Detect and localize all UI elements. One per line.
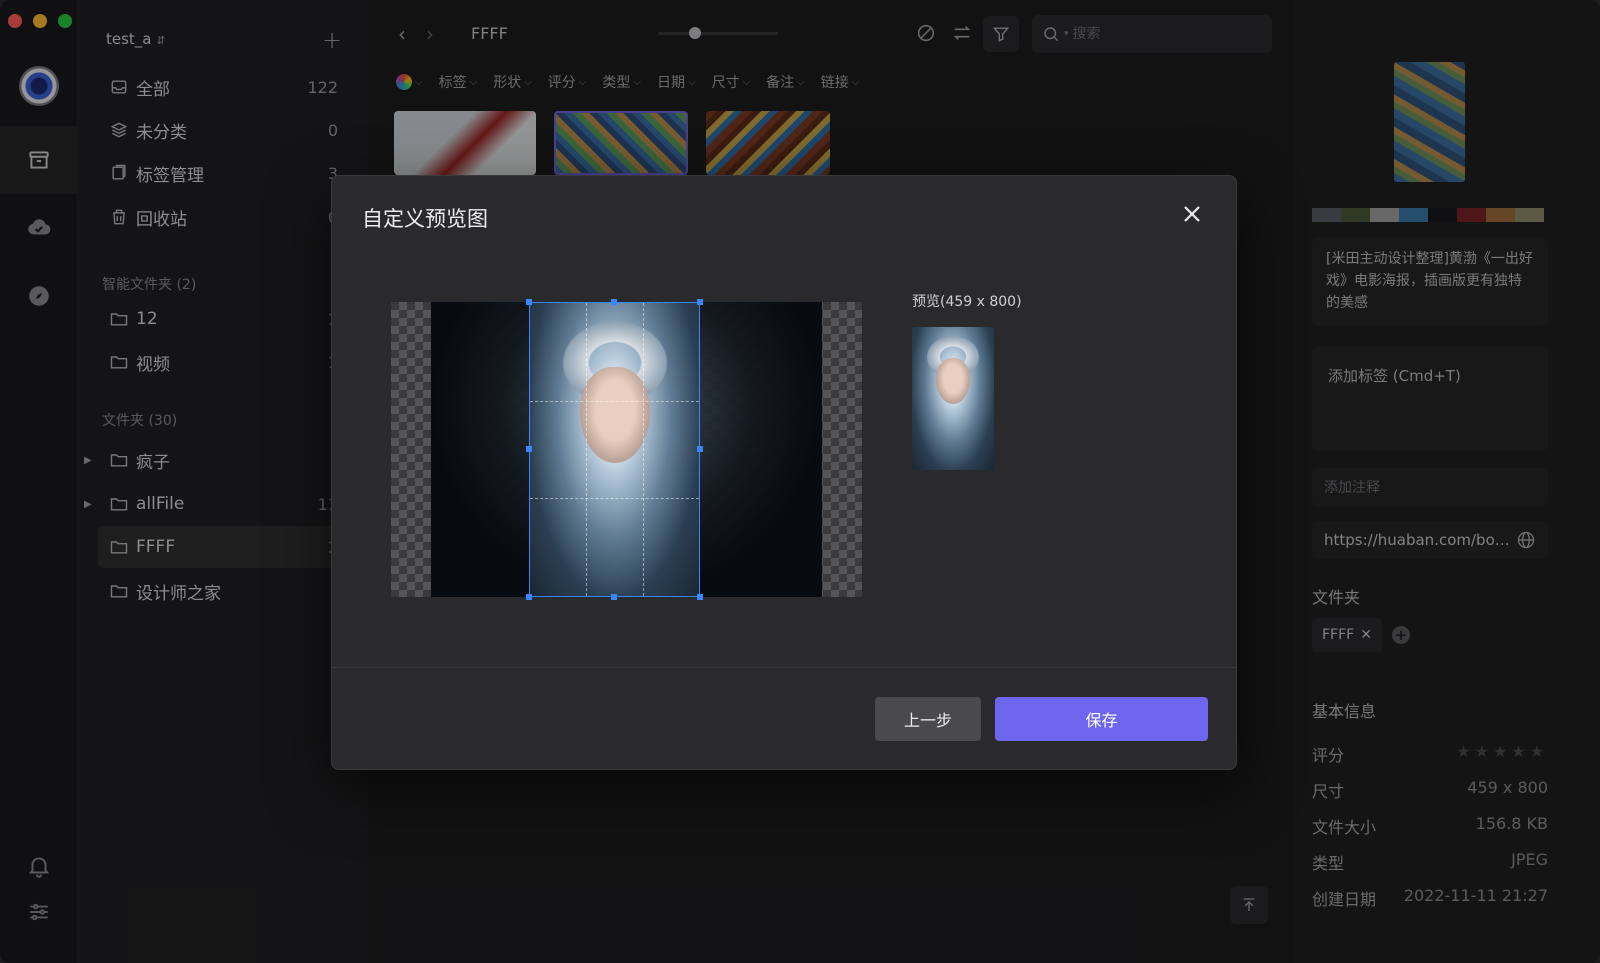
image-subject-face (936, 358, 970, 405)
crop-handle-top-right[interactable] (697, 299, 703, 305)
crop-handle-top-left[interactable] (526, 299, 532, 305)
crop-handle-bottom[interactable] (611, 594, 617, 600)
crop-handle-top[interactable] (611, 299, 617, 305)
dialog-title: 自定义预览图 (362, 207, 488, 231)
app-window: test_a ⇵ + 全部 122 未分类 0 标签管理 3 回收站 0 智能文… (0, 0, 1600, 963)
crop-shade-right (700, 302, 822, 597)
crop-grid-line (642, 303, 644, 596)
custom-preview-dialog: 自定义预览图 预览(459 x 800) 上一步 保存 (331, 175, 1237, 770)
divider (332, 667, 1236, 668)
crop-grid-line (530, 400, 699, 402)
crop-handle-bottom-right[interactable] (697, 594, 703, 600)
image-subject-face (579, 367, 650, 464)
crop-grid-line (530, 498, 699, 500)
save-button[interactable]: 保存 (995, 697, 1208, 741)
preview-label: 预览(459 x 800) (912, 294, 1022, 310)
crop-grid-line (586, 303, 588, 596)
crop-handle-right[interactable] (697, 446, 703, 452)
crop-handle-left[interactable] (526, 446, 532, 452)
crop-handle-bottom-left[interactable] (526, 594, 532, 600)
close-icon[interactable] (1180, 202, 1204, 226)
preview-thumbnail (912, 327, 994, 470)
crop-selection[interactable] (526, 299, 703, 600)
crop-shade-left (431, 302, 529, 597)
previous-step-button[interactable]: 上一步 (875, 697, 981, 741)
crop-stage (391, 299, 862, 600)
